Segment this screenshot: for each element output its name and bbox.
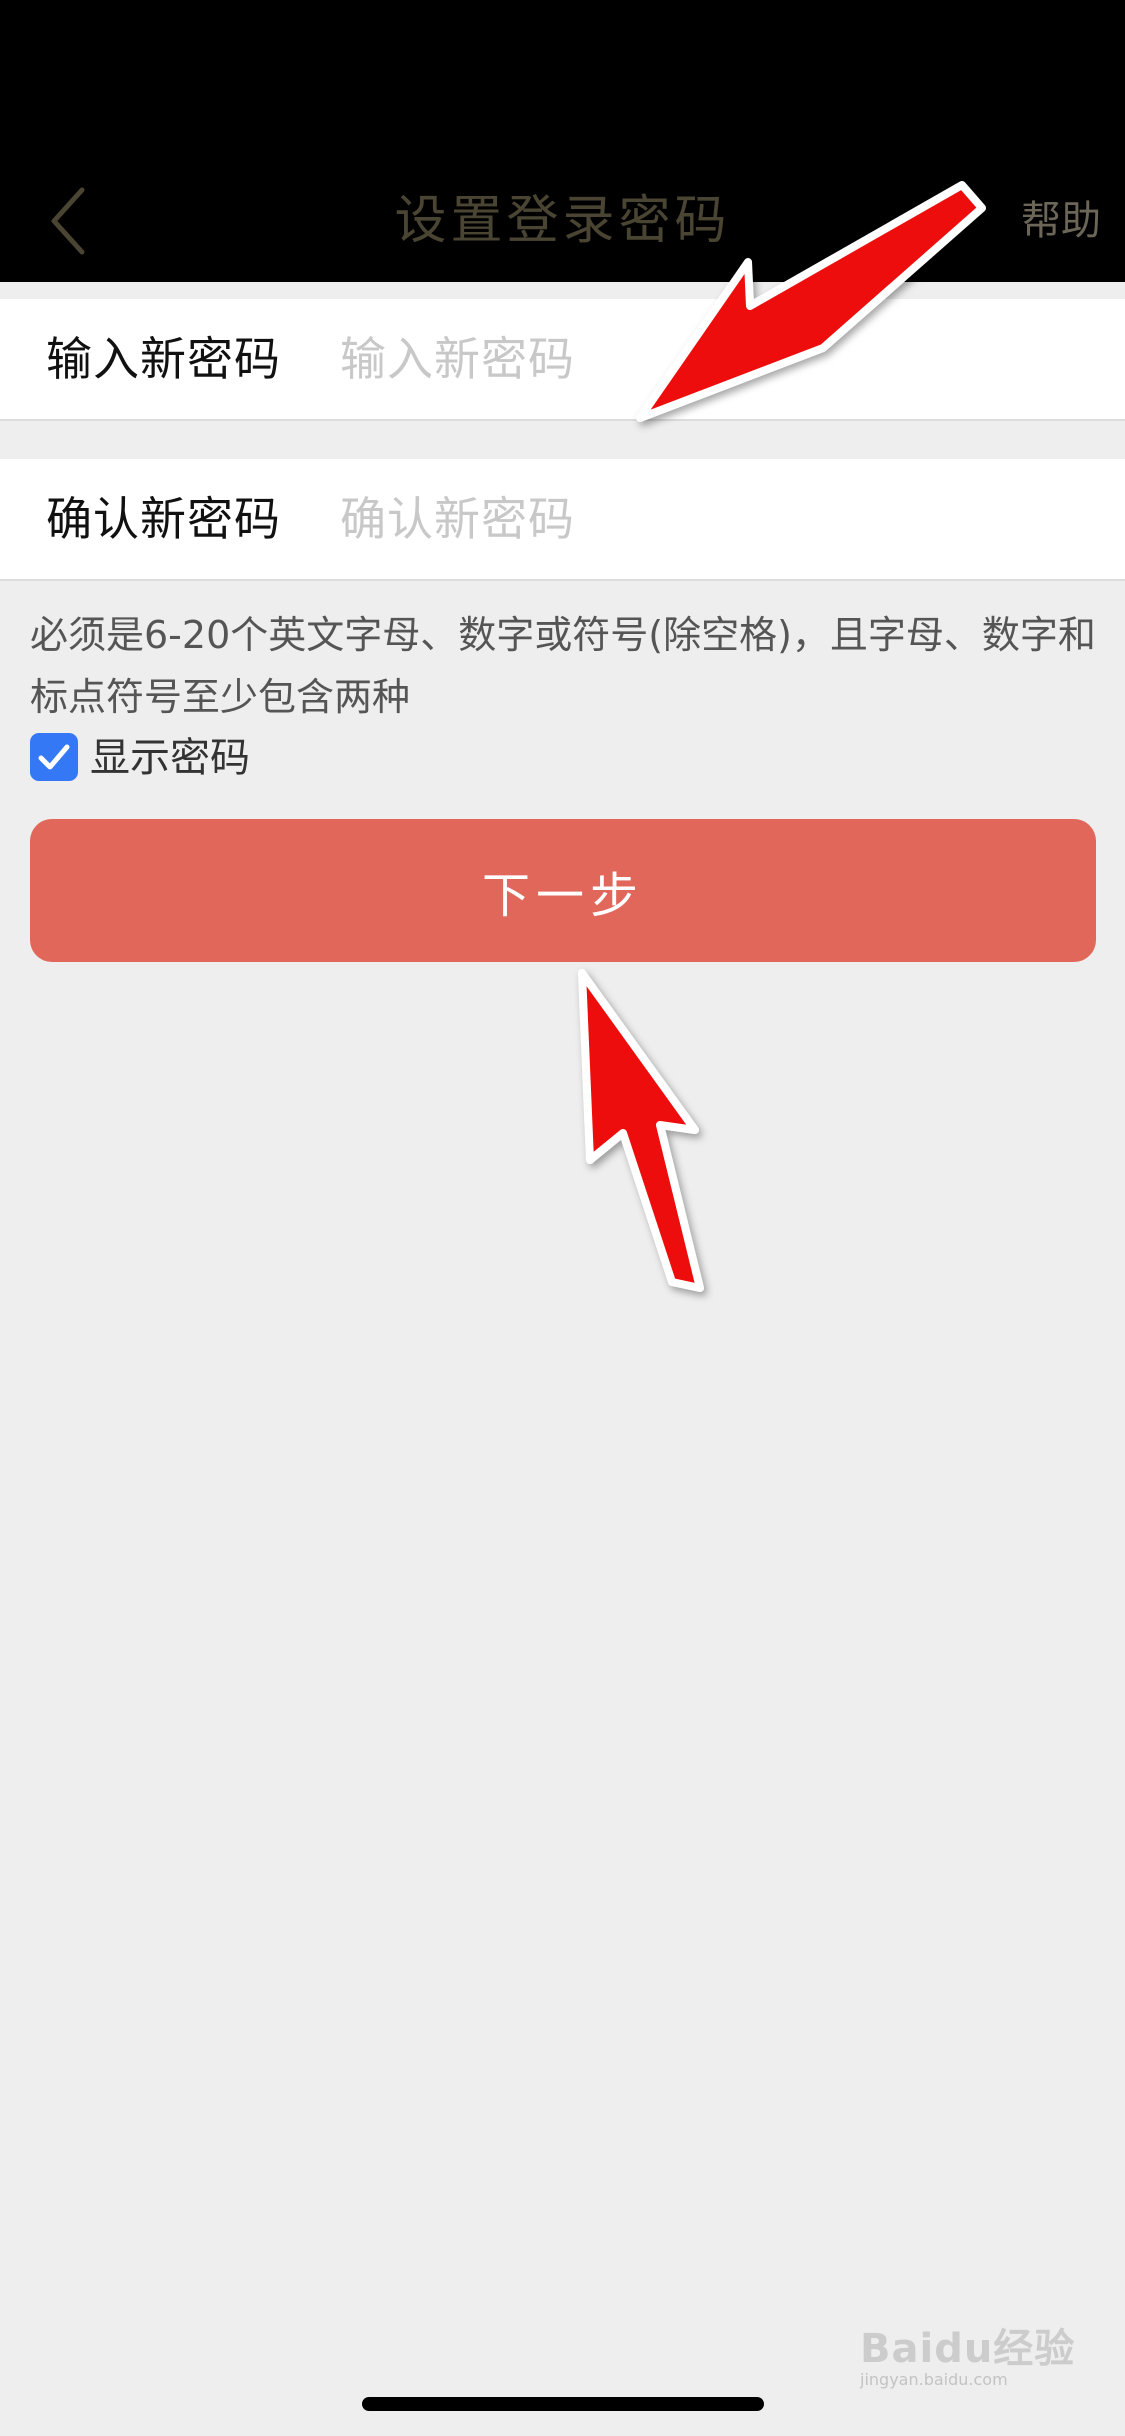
navigation-bar: 设置登录密码 帮助 [0,160,1125,282]
page-title: 设置登录密码 [394,191,731,251]
new-password-input[interactable] [340,319,1080,399]
confirm-password-row: 确认新密码 [0,459,1125,581]
show-password-checkbox[interactable] [30,733,78,781]
checkmark-icon [38,744,70,770]
confirm-password-input[interactable] [340,479,1080,559]
help-button[interactable]: 帮助 [1021,160,1101,282]
new-password-row: 输入新密码 [0,299,1125,421]
watermark-brand: Baidu经验 [860,2326,1076,2372]
annotation-arrow-lower [578,969,704,1292]
home-indicator [362,2397,764,2411]
show-password-label: 显示密码 [90,735,250,781]
status-bar [0,0,1125,160]
password-rule-hint: 必须是6-20个英文字母、数字或符号(除空格)，且字母、数字和标点符号至少包含两… [30,613,1096,719]
next-step-button[interactable]: 下一步 [30,819,1096,962]
baidu-jingyan-watermark: Baidu经验 jingyan.baidu.com [860,2310,1100,2400]
watermark-url: jingyan.baidu.com [860,2370,1008,2389]
new-password-label: 输入新密码 [46,332,281,386]
confirm-password-label: 确认新密码 [46,492,281,546]
